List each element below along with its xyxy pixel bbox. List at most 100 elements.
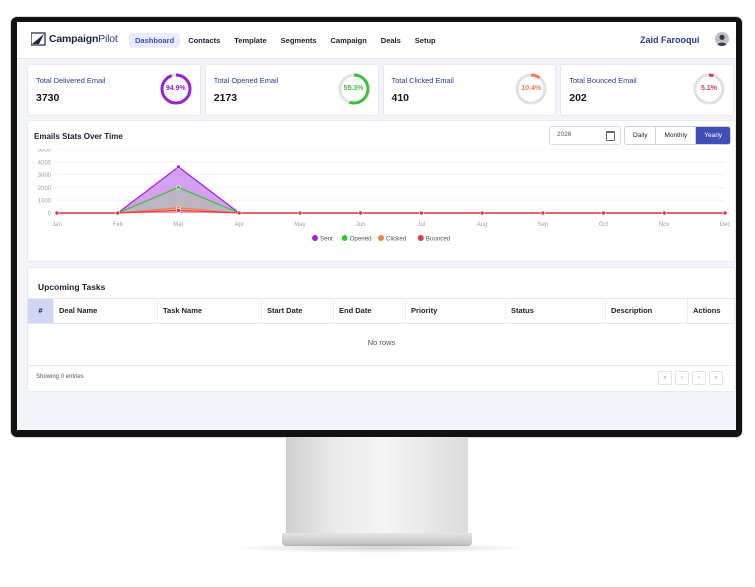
data-point-bounced[interactable] — [176, 208, 181, 213]
main-nav: Dashboard Contacts Template Segments Campaig… — [129, 33, 444, 48]
logo[interactable]: CampaignPilot — [31, 32, 118, 46]
legend-swatch-clicked[interactable] — [378, 235, 384, 241]
x-tick-label: Aug — [477, 222, 488, 228]
nav-item-campaign[interactable]: Campaign — [325, 33, 373, 48]
first-page-button[interactable]: « — [658, 371, 672, 385]
legend-label-sent[interactable]: Sent — [320, 235, 333, 242]
monitor-shadow — [230, 543, 530, 553]
data-point-bounced[interactable] — [540, 210, 546, 216]
user-name[interactable]: Zaid Farooqui — [640, 35, 700, 45]
data-point-bounced[interactable] — [236, 210, 242, 216]
legend-swatch-opened[interactable] — [341, 235, 348, 241]
user-avatar[interactable] — [715, 32, 729, 46]
x-tick-label: Sep — [537, 222, 548, 228]
year-picker[interactable]: 2026 — [549, 126, 621, 145]
y-tick-label: 1000 — [38, 199, 52, 205]
nav-item-template[interactable]: Template — [228, 33, 272, 48]
nav-item-setup[interactable]: Setup — [409, 33, 442, 48]
x-tick-label: Feb — [113, 222, 124, 228]
legend-label-clicked[interactable]: Clicked — [386, 235, 407, 242]
y-tick-label: 4000 — [38, 160, 52, 166]
stat-card-title: Total Clicked Email — [391, 76, 454, 85]
x-tick-label: May — [294, 222, 305, 228]
emails-stats-chart: 0 1000 2000 3000 4000 5000 Jan Feb Mar Apr May Jun J… — [38, 149, 731, 242]
data-point-bounced[interactable] — [115, 210, 121, 216]
app-screen: CampaignPilot Dashboard Contacts Template S… — [17, 22, 736, 430]
x-tick-label: Mar — [173, 222, 183, 228]
column-header-priority[interactable]: Priority — [406, 299, 506, 323]
column-header-actions[interactable]: Actions — [688, 299, 735, 323]
tasks-table-header: # Deal Name Task Name Start Date End Date Pri… — [28, 298, 735, 324]
column-header-index[interactable]: # — [28, 299, 54, 323]
data-point-bounced[interactable] — [419, 210, 424, 216]
pagination: «‹ ›» — [658, 371, 723, 385]
next-page-button[interactable]: › — [692, 371, 706, 385]
prev-page-button[interactable]: ‹ — [675, 371, 689, 385]
logo-text: CampaignPilot — [49, 33, 118, 45]
stat-card-delivered: Total Delivered Email 3730 94.9% — [27, 64, 201, 116]
period-yearly-button[interactable]: Yearly — [696, 127, 731, 144]
x-tick-label: Jun — [356, 222, 366, 228]
data-point-bounced[interactable] — [297, 210, 303, 216]
progress-ring-label: 94.9% — [165, 85, 186, 92]
data-point-bounced[interactable] — [661, 210, 667, 216]
y-tick-label: 0 — [48, 212, 52, 218]
chart-title: Emails Stats Over Time — [34, 132, 123, 141]
year-picker-value: 2026 — [557, 131, 572, 138]
tasks-table-footer: Showing 0 entries «‹ ›» — [28, 365, 735, 390]
legend-swatch-sent[interactable] — [312, 235, 318, 241]
legend-swatch-bounced[interactable] — [417, 235, 424, 241]
monitor-frame: CampaignPilot Dashboard Contacts Template S… — [11, 17, 742, 437]
legend-label-bounced[interactable]: Bounced — [426, 235, 451, 242]
data-point-bounced[interactable] — [54, 210, 60, 216]
stat-card-value: 202 — [569, 92, 587, 104]
showing-entries-text: Showing 0 entries — [36, 374, 84, 380]
stat-card-bounced: Total Bounced Email 202 5.1% — [560, 64, 734, 116]
nav-item-deals[interactable]: Deals — [375, 33, 407, 48]
x-tick-label: Dec — [720, 222, 731, 228]
period-daily-button[interactable]: Daily — [625, 127, 657, 144]
stat-card-value: 2173 — [213, 92, 238, 104]
paper-plane-logo-icon — [31, 32, 46, 46]
stat-card-value: 410 — [391, 92, 410, 104]
stat-card-title: Total Delivered Email — [36, 76, 106, 85]
progress-ring-label: 5.1% — [701, 85, 717, 92]
stat-card-clicked: Total Clicked Email 410 10.4% — [382, 64, 557, 116]
column-header-task-name[interactable]: Task Name — [158, 299, 262, 323]
x-tick-label: Nov — [659, 222, 670, 228]
nav-item-contacts[interactable]: Contacts — [182, 33, 226, 48]
data-point-bounced[interactable] — [358, 210, 363, 216]
last-page-button[interactable]: » — [709, 371, 723, 385]
y-tick-label: 5000 — [38, 149, 52, 154]
column-header-start-date[interactable]: Start Date — [262, 299, 334, 323]
data-point-sent[interactable] — [176, 164, 181, 170]
user-avatar-icon — [717, 34, 727, 46]
data-point-bounced[interactable] — [601, 210, 606, 216]
data-point-opened[interactable] — [176, 185, 181, 190]
stat-card-opened: Total Opened Email 2173 55.3% — [204, 64, 379, 116]
period-toggle: Daily Monthly Yearly — [624, 126, 732, 145]
y-tick-label: 2000 — [38, 186, 52, 192]
stat-card-title: Total Opened Email — [213, 76, 279, 85]
x-tick-label: Jan — [52, 222, 62, 228]
calendar-icon[interactable] — [606, 131, 615, 141]
legend-label-opened[interactable]: Opened — [350, 235, 373, 242]
x-tick-label: Jul — [418, 222, 426, 228]
progress-ring-label: 55.3% — [343, 85, 364, 92]
column-header-description[interactable]: Description — [606, 299, 688, 323]
stat-card-title: Total Bounced Email — [569, 76, 637, 85]
data-point-bounced[interactable] — [722, 210, 728, 216]
data-point-bounced[interactable] — [479, 210, 485, 216]
column-header-deal-name[interactable]: Deal Name — [54, 299, 158, 323]
column-header-end-date[interactable]: End Date — [334, 299, 406, 323]
tasks-title: Upcoming Tasks — [38, 282, 106, 292]
x-tick-label: Oct — [599, 222, 609, 228]
period-monthly-button[interactable]: Monthly — [656, 127, 697, 144]
emails-stats-panel: Emails Stats Over Time 2026 Daily Monthly… — [27, 120, 736, 262]
top-navbar: CampaignPilot Dashboard Contacts Template S… — [17, 22, 736, 59]
y-tick-label: 3000 — [38, 173, 52, 179]
nav-item-segments[interactable]: Segments — [275, 33, 323, 48]
column-header-status[interactable]: Status — [506, 299, 606, 323]
nav-item-dashboard[interactable]: Dashboard — [129, 33, 181, 48]
progress-ring-label: 10.4% — [521, 85, 542, 92]
